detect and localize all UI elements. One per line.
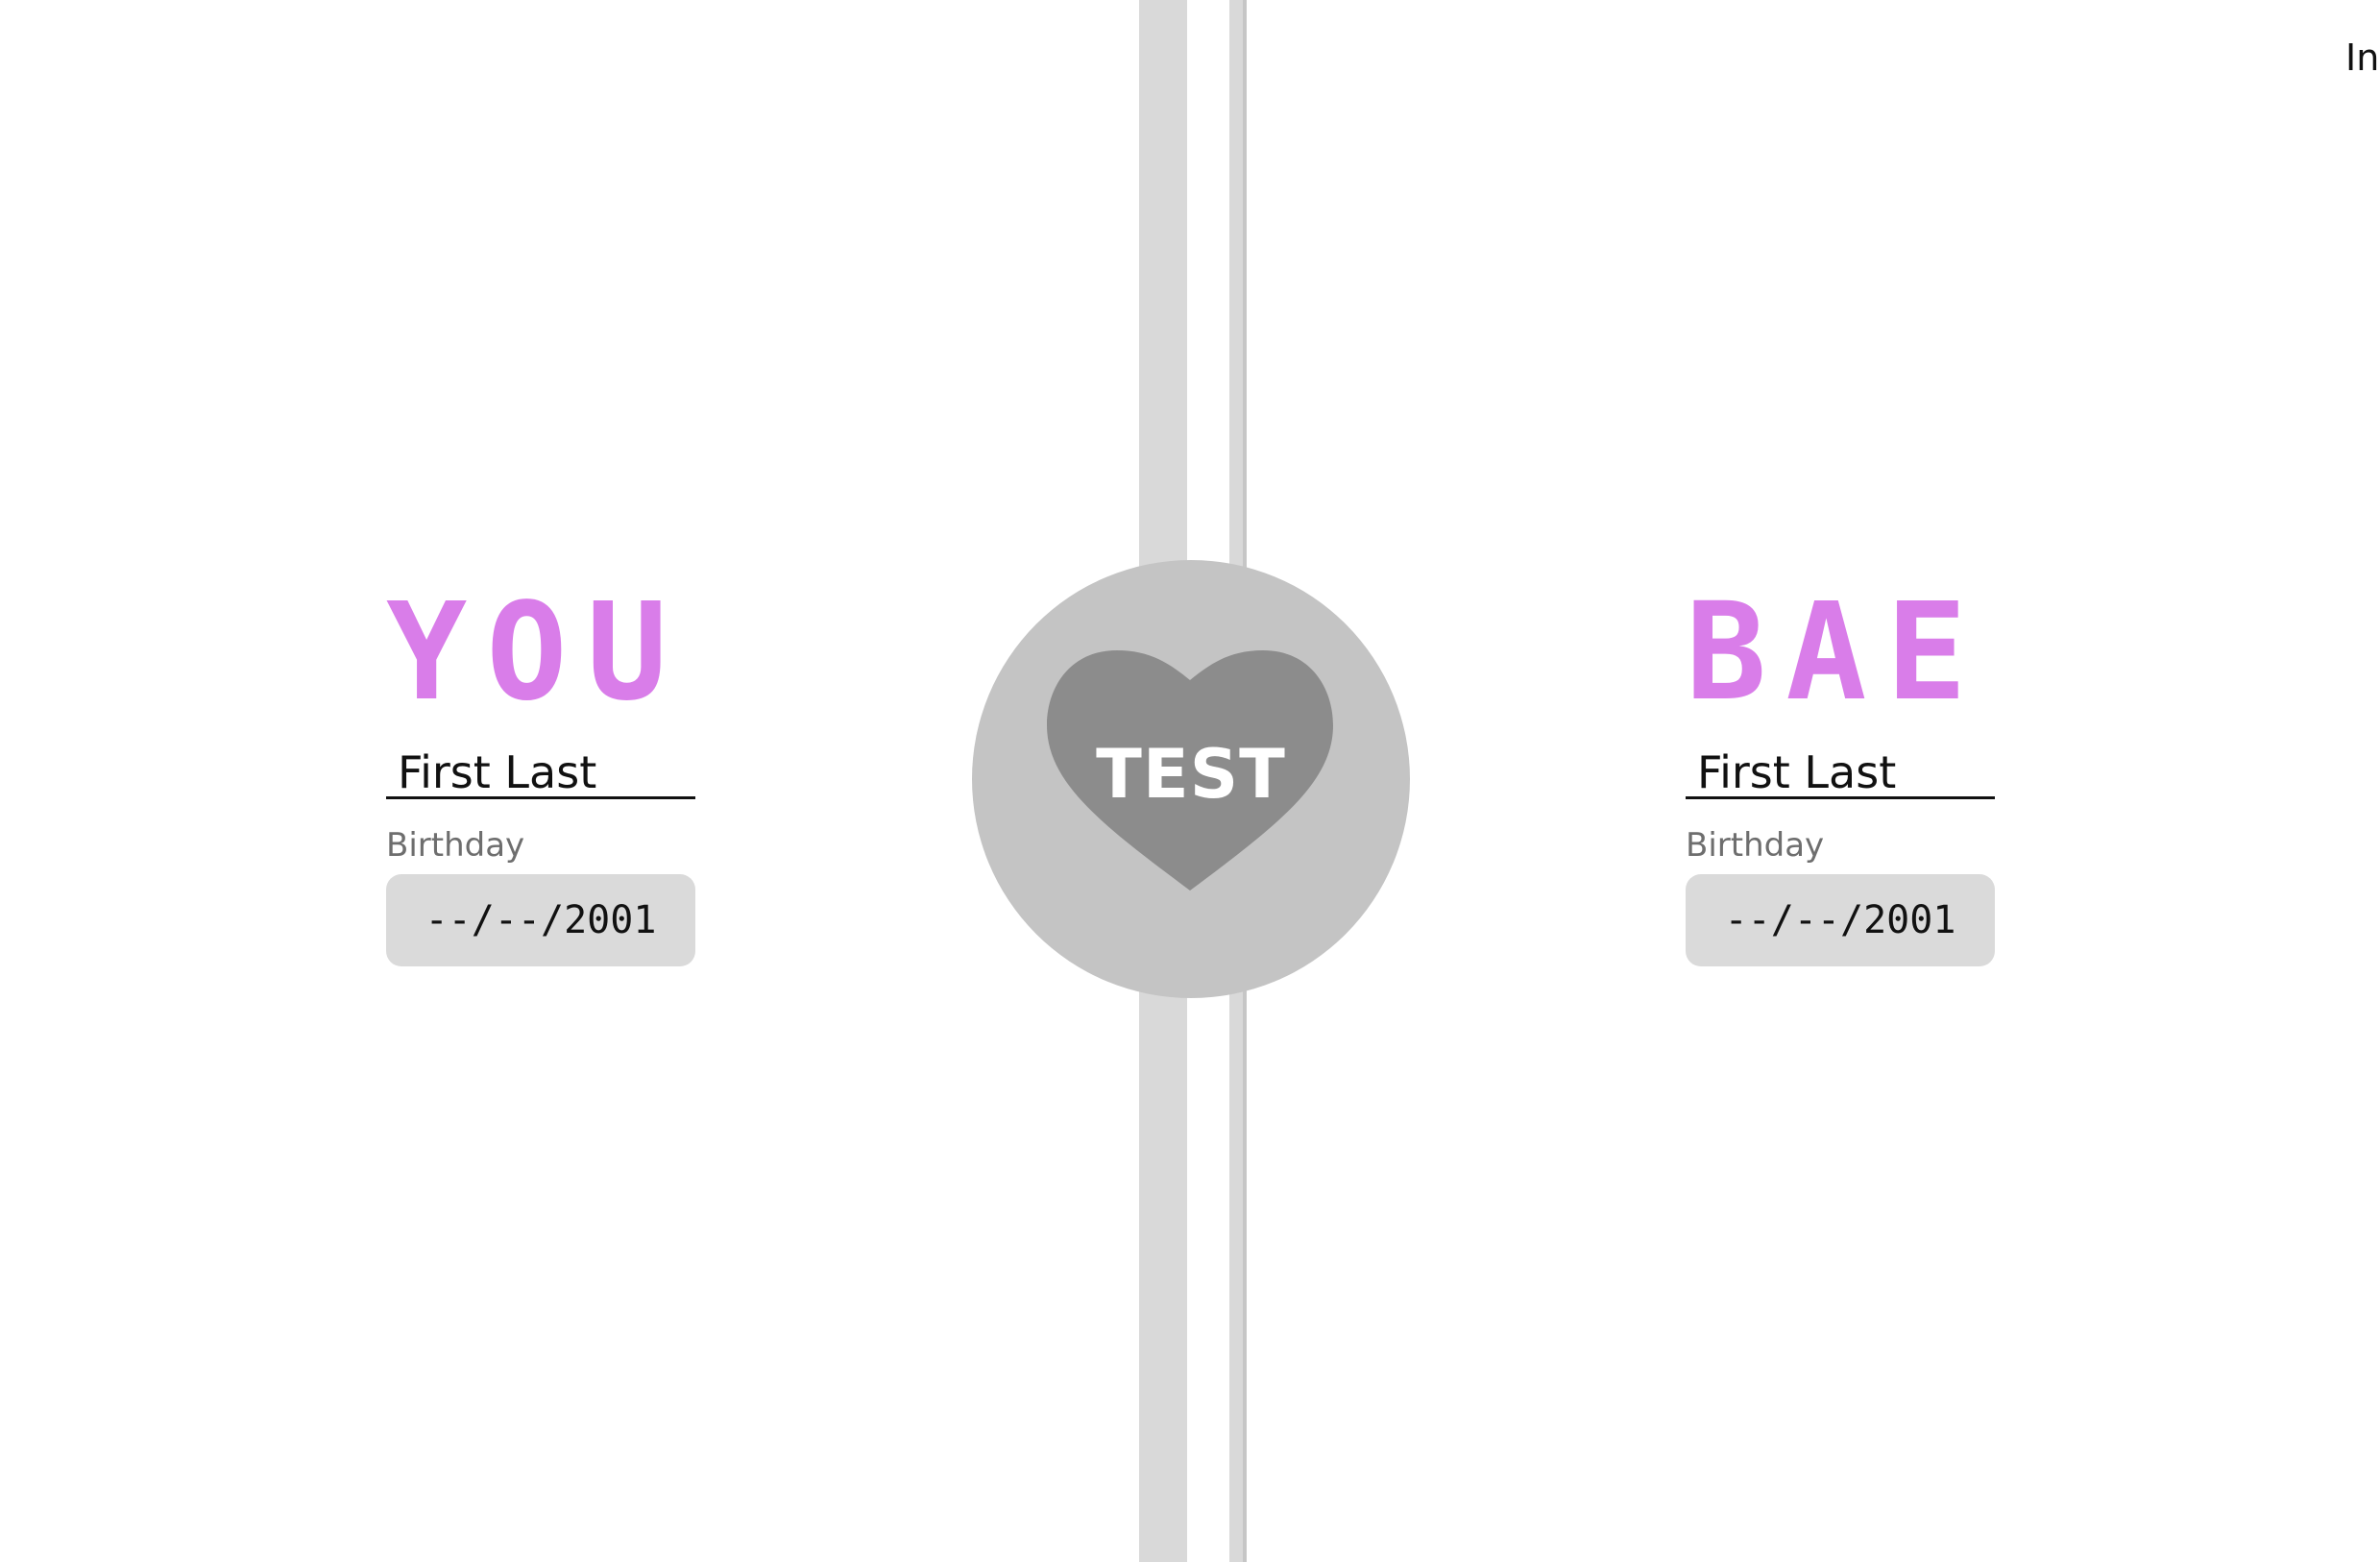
test-button[interactable]: TEST	[972, 560, 1410, 998]
you-birthday-label: Birthday	[386, 826, 525, 865]
bae-name-input[interactable]	[1686, 747, 1995, 799]
you-birthday-input[interactable]	[386, 874, 695, 966]
page: In TEST YOU Birthday BAE Birthday	[0, 0, 2380, 1562]
test-label: TEST	[1096, 735, 1286, 814]
bae-birthday-input[interactable]	[1686, 874, 1995, 966]
bae-birthday-label: Birthday	[1686, 826, 1825, 865]
you-name-input[interactable]	[386, 747, 695, 799]
bae-title: BAE	[1686, 574, 1986, 731]
you-title: YOU	[386, 574, 687, 731]
top-right-text-fragment: In	[2345, 37, 2380, 79]
bae-panel: BAE Birthday	[1686, 586, 1999, 966]
you-panel: YOU Birthday	[386, 586, 699, 966]
